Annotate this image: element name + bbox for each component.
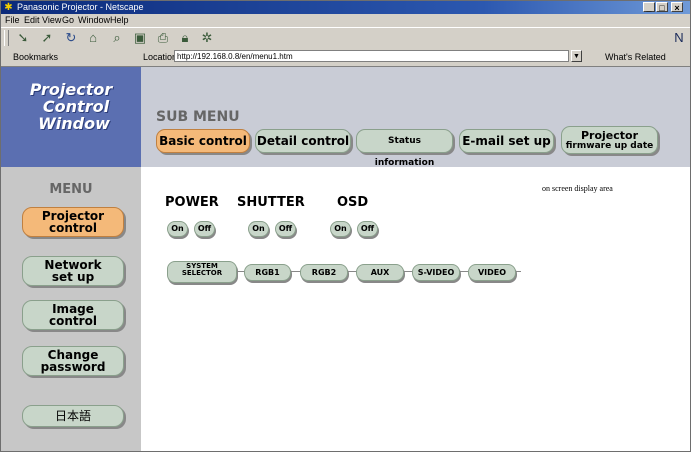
close-button[interactable]: × [671, 2, 683, 13]
submenu-title: SUB MENU [156, 109, 240, 125]
print-icon[interactable]: ⎙ [155, 30, 171, 46]
menu-view[interactable]: View [42, 14, 61, 27]
tab-status-information[interactable]: Status information [356, 129, 453, 168]
location-bar: Bookmarks Location: http://192.168.0.8/e… [1, 48, 690, 67]
tab-projector-firmware-update[interactable]: Projector firmware up date [561, 126, 658, 154]
power-on-button[interactable]: On [167, 221, 188, 237]
tab-detail-control[interactable]: Detail control [255, 129, 351, 153]
menu-title: MENU [49, 182, 93, 197]
throbber-icon: N [674, 30, 684, 45]
whats-related-button[interactable]: What's Related [605, 51, 666, 63]
url-field[interactable]: http://192.168.0.8/en/menu1.htm [174, 50, 569, 62]
osd-label: OSD [337, 195, 369, 210]
tab-email-set-up[interactable]: E-mail set up [459, 129, 554, 153]
search-icon[interactable]: ⌕ [109, 30, 125, 46]
sidebar-item-network-set-up[interactable]: Network set up [22, 256, 124, 286]
title-bar: ✱ Panasonic Projector - Netscape _ □ × [1, 1, 690, 14]
shutter-on-button[interactable]: On [248, 221, 269, 237]
system-selector-button[interactable]: SYSTEM SELECTOR [167, 261, 237, 283]
menu-edit[interactable]: Edit [24, 14, 40, 27]
menu-help[interactable]: Help [110, 14, 129, 27]
maximize-button[interactable]: □ [656, 2, 668, 13]
menu-go[interactable]: Go [62, 14, 74, 27]
osd-area-note: on screen display area [542, 184, 613, 193]
minimize-button[interactable]: _ [643, 2, 655, 13]
shutter-off-button[interactable]: Off [275, 221, 296, 237]
source-video-button[interactable]: VIDEO [468, 264, 516, 281]
power-label: POWER [165, 195, 219, 210]
navigation-toolbar: ➘ ➚ ↻ ⌂ ⌕ ▣ ⎙ 🔒︎ ✲ N [1, 27, 690, 49]
sidebar-item-image-control[interactable]: Image control [22, 300, 124, 330]
osd-on-button[interactable]: On [330, 221, 351, 237]
power-off-button[interactable]: Off [194, 221, 215, 237]
source-s-video-button[interactable]: S-VIDEO [412, 264, 460, 281]
projector-control-window-logo: Projector Control Window [29, 80, 113, 133]
source-rgb1-button[interactable]: RGB1 [244, 264, 291, 281]
forward-icon[interactable]: ➚ [39, 30, 55, 46]
app-icon: ✱ [4, 2, 13, 13]
security-icon[interactable]: 🔒︎ [177, 30, 193, 46]
menu-window[interactable]: Window [78, 14, 110, 27]
source-aux-button[interactable]: AUX [356, 264, 404, 281]
stop-icon[interactable]: ✲ [199, 30, 215, 46]
logo-panel: Projector Control Window [1, 67, 141, 167]
sidebar-item-projector-control[interactable]: Projector control [22, 207, 124, 237]
osd-off-button[interactable]: Off [357, 221, 378, 237]
netscape-icon[interactable]: ▣ [132, 30, 148, 46]
bookmarks-button[interactable]: Bookmarks [13, 51, 58, 63]
back-icon[interactable]: ➘ [15, 30, 31, 46]
reload-icon[interactable]: ↻ [63, 30, 79, 46]
tab-basic-control[interactable]: Basic control [156, 129, 250, 153]
browser-window: ✱ Panasonic Projector - Netscape _ □ × F… [0, 0, 691, 452]
sidebar-item-change-password[interactable]: Change password [22, 346, 124, 376]
source-rgb2-button[interactable]: RGB2 [300, 264, 348, 281]
window-title: Panasonic Projector - Netscape [17, 2, 144, 12]
chevron-down-icon[interactable]: ▼ [571, 50, 582, 62]
menu-bar: File Edit View Go Window Help [1, 14, 690, 27]
home-icon[interactable]: ⌂ [85, 30, 101, 46]
sidebar-item-japanese[interactable]: 日本語 [22, 405, 124, 427]
shutter-label: SHUTTER [237, 195, 305, 210]
toolbar-grip[interactable] [4, 30, 9, 46]
menu-file[interactable]: File [5, 14, 20, 27]
